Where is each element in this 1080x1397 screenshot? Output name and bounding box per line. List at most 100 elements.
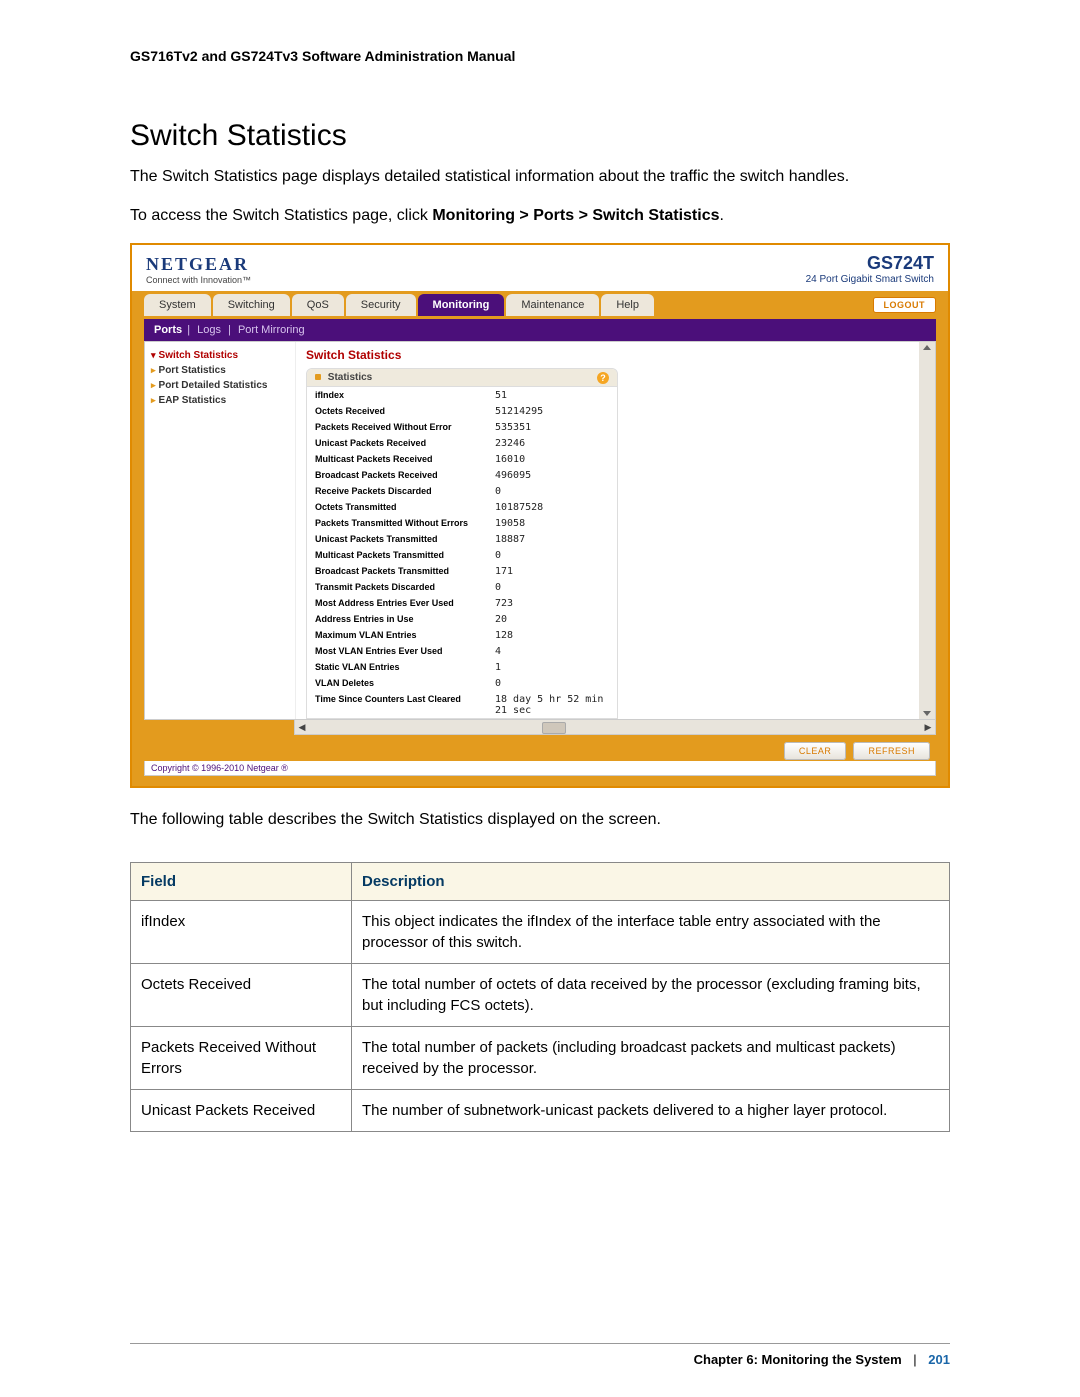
- model-number: GS724T: [806, 253, 934, 274]
- sidebar-item-label: Port Detailed Statistics: [159, 380, 268, 391]
- brand-name: NETGEAR: [146, 254, 251, 275]
- content-title: Switch Statistics: [306, 348, 919, 362]
- table-row: Packets Received Without ErrorsThe total…: [131, 1026, 950, 1089]
- stat-row: Receive Packets Discarded0: [307, 483, 617, 499]
- stat-label: Most Address Entries Ever Used: [315, 598, 495, 609]
- stat-value: 23246: [495, 438, 609, 449]
- stat-label: Multicast Packets Received: [315, 454, 495, 465]
- stat-row: Static VLAN Entries1: [307, 659, 617, 675]
- main-tabs: System Switching QoS Security Monitoring…: [144, 291, 936, 319]
- footer-page-number: 201: [928, 1352, 950, 1367]
- stat-row: Address Entries in Use20: [307, 611, 617, 627]
- stat-value: 10187528: [495, 502, 609, 513]
- tab-security[interactable]: Security: [346, 294, 416, 316]
- stat-label: ifIndex: [315, 390, 495, 401]
- table-row: ifIndexThis object indicates the ifIndex…: [131, 900, 950, 963]
- page: GS716Tv2 and GS724Tv3 Software Administr…: [0, 0, 1080, 1397]
- table-header-description: Description: [352, 862, 950, 900]
- subnav-ports[interactable]: Ports: [154, 324, 182, 336]
- sidebar-item-label: Switch Statistics: [159, 350, 238, 361]
- help-icon[interactable]: ?: [597, 372, 609, 384]
- subnav-port-mirroring[interactable]: Port Mirroring: [236, 324, 307, 336]
- action-buttons: CLEAR REFRESH: [144, 735, 936, 761]
- stat-value: 0: [495, 678, 609, 689]
- stat-row: Octets Transmitted10187528: [307, 499, 617, 515]
- tab-switching[interactable]: Switching: [213, 294, 290, 316]
- scroll-track[interactable]: [309, 722, 921, 732]
- clear-button[interactable]: CLEAR: [784, 742, 847, 760]
- scroll-down-icon[interactable]: [923, 711, 931, 716]
- logout-button[interactable]: LOGOUT: [873, 297, 937, 313]
- stat-label: Time Since Counters Last Cleared: [315, 694, 495, 716]
- intro2-post: .: [720, 207, 724, 224]
- subnav-sep-2: |: [226, 324, 233, 336]
- stat-row: Multicast Packets Received16010: [307, 451, 617, 467]
- stat-label: Receive Packets Discarded: [315, 486, 495, 497]
- stat-row: Most VLAN Entries Ever Used4: [307, 643, 617, 659]
- tab-monitoring[interactable]: Monitoring: [418, 294, 505, 316]
- model-desc: 24 Port Gigabit Smart Switch: [806, 274, 934, 285]
- chevron-right-icon: ▸: [151, 395, 156, 406]
- tab-help[interactable]: Help: [601, 294, 654, 316]
- box-head-label: Statistics: [328, 372, 372, 383]
- brand-logo: NETGEAR Connect with Innovation™: [146, 254, 251, 285]
- horizontal-scrollbar[interactable]: ◀ ▶: [294, 720, 936, 735]
- table-cell-field: Octets Received: [131, 963, 352, 1026]
- screenshot-body: System Switching QoS Security Monitoring…: [132, 291, 948, 786]
- stat-row: Maximum VLAN Entries128: [307, 627, 617, 643]
- main-panel: ▾ Switch Statistics ▸ Port Statistics ▸ …: [144, 341, 936, 720]
- stat-value: 18887: [495, 534, 609, 545]
- stat-value: 0: [495, 550, 609, 561]
- tab-maintenance[interactable]: Maintenance: [506, 294, 599, 316]
- stat-label: Maximum VLAN Entries: [315, 630, 495, 641]
- section-title: Switch Statistics: [130, 119, 950, 153]
- stat-value: 0: [495, 582, 609, 593]
- table-cell-description: This object indicates the ifIndex of the…: [352, 900, 950, 963]
- refresh-button[interactable]: REFRESH: [853, 742, 930, 760]
- stat-value: 51214295: [495, 406, 609, 417]
- scroll-left-icon[interactable]: ◀: [295, 722, 309, 733]
- content: Switch Statistics The Switch Statistics …: [130, 119, 950, 1132]
- stat-label: Packets Transmitted Without Errors: [315, 518, 495, 529]
- sidebar-item-switch-statistics[interactable]: ▾ Switch Statistics: [145, 348, 295, 363]
- embedded-screenshot: NETGEAR Connect with Innovation™ GS724T …: [130, 243, 950, 788]
- copyright-text: Copyright © 1996-2010 Netgear ®: [144, 761, 936, 776]
- stat-label: Multicast Packets Transmitted: [315, 550, 495, 561]
- stat-value: 51: [495, 390, 609, 401]
- stat-value: 496095: [495, 470, 609, 481]
- stat-row: ifIndex51: [307, 387, 617, 403]
- stat-value: 20: [495, 614, 609, 625]
- stat-row: Most Address Entries Ever Used723: [307, 595, 617, 611]
- footer-chapter: Chapter 6: Monitoring the System: [694, 1352, 902, 1367]
- scroll-up-icon[interactable]: [923, 345, 931, 350]
- tab-system[interactable]: System: [144, 294, 211, 316]
- subnav-sep-1: |: [185, 324, 192, 336]
- scroll-right-icon[interactable]: ▶: [921, 722, 935, 733]
- statistics-box-header: Statistics ?: [307, 369, 617, 387]
- stat-row: Broadcast Packets Transmitted171: [307, 563, 617, 579]
- stat-row: Unicast Packets Transmitted18887: [307, 531, 617, 547]
- content-panel: Switch Statistics Statistics ? ifIndex51…: [296, 342, 919, 719]
- vertical-scrollbar[interactable]: [919, 342, 935, 719]
- stat-row: Time Since Counters Last Cleared18 day 5…: [307, 691, 617, 718]
- intro2-bold: Monitoring > Ports > Switch Statistics: [432, 207, 719, 224]
- stat-label: Octets Received: [315, 406, 495, 417]
- tab-qos[interactable]: QoS: [292, 294, 344, 316]
- outro-paragraph: The following table describes the Switch…: [130, 808, 950, 831]
- stat-label: Octets Transmitted: [315, 502, 495, 513]
- stat-value: 4: [495, 646, 609, 657]
- stat-value: 723: [495, 598, 609, 609]
- sidebar-item-port-statistics[interactable]: ▸ Port Statistics: [145, 363, 295, 378]
- subnav-logs[interactable]: Logs: [195, 324, 223, 336]
- sidebar-item-eap-statistics[interactable]: ▸ EAP Statistics: [145, 393, 295, 408]
- table-cell-field: Unicast Packets Received: [131, 1089, 352, 1131]
- intro-paragraph-2: To access the Switch Statistics page, cl…: [130, 204, 950, 227]
- stat-value: 0: [495, 486, 609, 497]
- table-cell-field: ifIndex: [131, 900, 352, 963]
- table-header-field: Field: [131, 862, 352, 900]
- table-row: Octets ReceivedThe total number of octet…: [131, 963, 950, 1026]
- stat-value: 19058: [495, 518, 609, 529]
- scroll-thumb[interactable]: [542, 722, 566, 734]
- sidebar-item-port-detailed-statistics[interactable]: ▸ Port Detailed Statistics: [145, 378, 295, 393]
- stat-label: Unicast Packets Received: [315, 438, 495, 449]
